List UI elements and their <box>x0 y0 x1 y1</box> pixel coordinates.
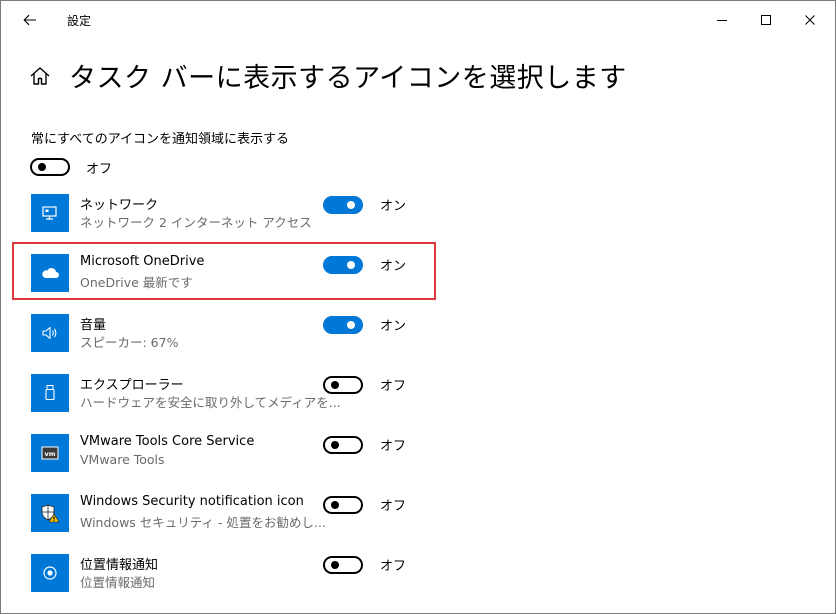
item-description: ネットワーク 2 インターネット アクセス <box>80 215 312 230</box>
title-bar: 設定 <box>1 1 835 39</box>
minimize-icon <box>717 20 727 21</box>
item-state: オン <box>380 199 407 214</box>
settings-window: 設定 タスク バーに表示するアイコンを選択します 常にすべてのアイコンを通知領域… <box>0 0 836 614</box>
close-button[interactable] <box>787 1 833 39</box>
usb-icon <box>45 385 55 401</box>
item-name: 音量 <box>80 318 107 333</box>
location-icon <box>43 566 57 580</box>
minimize-button[interactable] <box>699 1 745 39</box>
item-state: オフ <box>380 559 407 574</box>
explorer-toggle[interactable] <box>323 376 363 394</box>
maximize-icon <box>761 15 771 25</box>
always-show-label: 常にすべてのアイコンを通知領域に表示する <box>31 132 290 147</box>
shield-icon <box>41 504 60 523</box>
usb-icon-tile <box>31 374 69 412</box>
vmware-toggle[interactable] <box>323 436 363 454</box>
svg-text:vm: vm <box>44 450 55 458</box>
toggle-knob <box>331 441 339 449</box>
always-show-state: オフ <box>86 162 113 177</box>
speaker-icon <box>42 326 57 340</box>
list-item-explorer: エクスプローラー ハードウェアを安全に取り外してメディアを... オフ <box>1 374 835 434</box>
toggle-knob <box>38 163 46 171</box>
list-item-vmware: vm VMware Tools Core Service VMware Tool… <box>1 434 835 494</box>
speaker-icon-tile <box>31 314 69 352</box>
toggle-knob <box>331 501 339 509</box>
item-name: Windows Security notification icon <box>80 494 304 509</box>
windows-security-toggle[interactable] <box>323 496 363 514</box>
back-arrow-icon <box>23 14 36 26</box>
toggle-knob <box>347 201 355 209</box>
back-button[interactable] <box>15 7 45 33</box>
toggle-knob <box>331 561 339 569</box>
location-toggle[interactable] <box>323 556 363 574</box>
network-icon <box>42 206 57 220</box>
volume-toggle[interactable] <box>323 316 363 334</box>
item-state: オフ <box>380 439 407 454</box>
item-state: オン <box>380 319 407 334</box>
item-state: オフ <box>380 499 407 514</box>
item-description: 位置情報通知 <box>80 575 156 590</box>
list-item-windows-security: Windows Security notification icon Windo… <box>1 494 835 554</box>
item-description: スピーカー: 67% <box>80 335 179 350</box>
item-description: VMware Tools <box>80 452 165 467</box>
list-item-volume: 音量 スピーカー: 67% オン <box>1 314 835 374</box>
network-icon-tile <box>31 194 69 232</box>
toggle-knob <box>331 381 339 389</box>
window-title: 設定 <box>67 14 92 28</box>
maximize-button[interactable] <box>743 1 789 39</box>
item-name: VMware Tools Core Service <box>80 434 255 449</box>
always-show-toggle[interactable] <box>30 158 70 176</box>
page-title: タスク バーに表示するアイコンを選択します <box>69 63 627 94</box>
network-toggle[interactable] <box>323 196 363 214</box>
shield-icon-tile <box>31 494 69 532</box>
item-state: オフ <box>380 379 407 394</box>
vmware-icon-tile: vm <box>31 434 69 472</box>
close-icon <box>805 15 815 25</box>
item-name: 位置情報通知 <box>80 558 159 573</box>
vmware-icon: vm <box>41 446 59 460</box>
item-name: エクスプローラー <box>80 378 184 393</box>
item-description: Windows セキュリティ - 処置をお勧めし... <box>80 515 326 530</box>
location-icon-tile <box>31 554 69 592</box>
item-description: ハードウェアを安全に取り外してメディアを... <box>80 395 341 410</box>
item-name: ネットワーク <box>80 198 159 213</box>
home-icon[interactable] <box>29 65 51 87</box>
highlight-box <box>12 242 436 300</box>
list-item-location: 位置情報通知 位置情報通知 オフ <box>1 554 835 614</box>
toggle-knob <box>347 321 355 329</box>
